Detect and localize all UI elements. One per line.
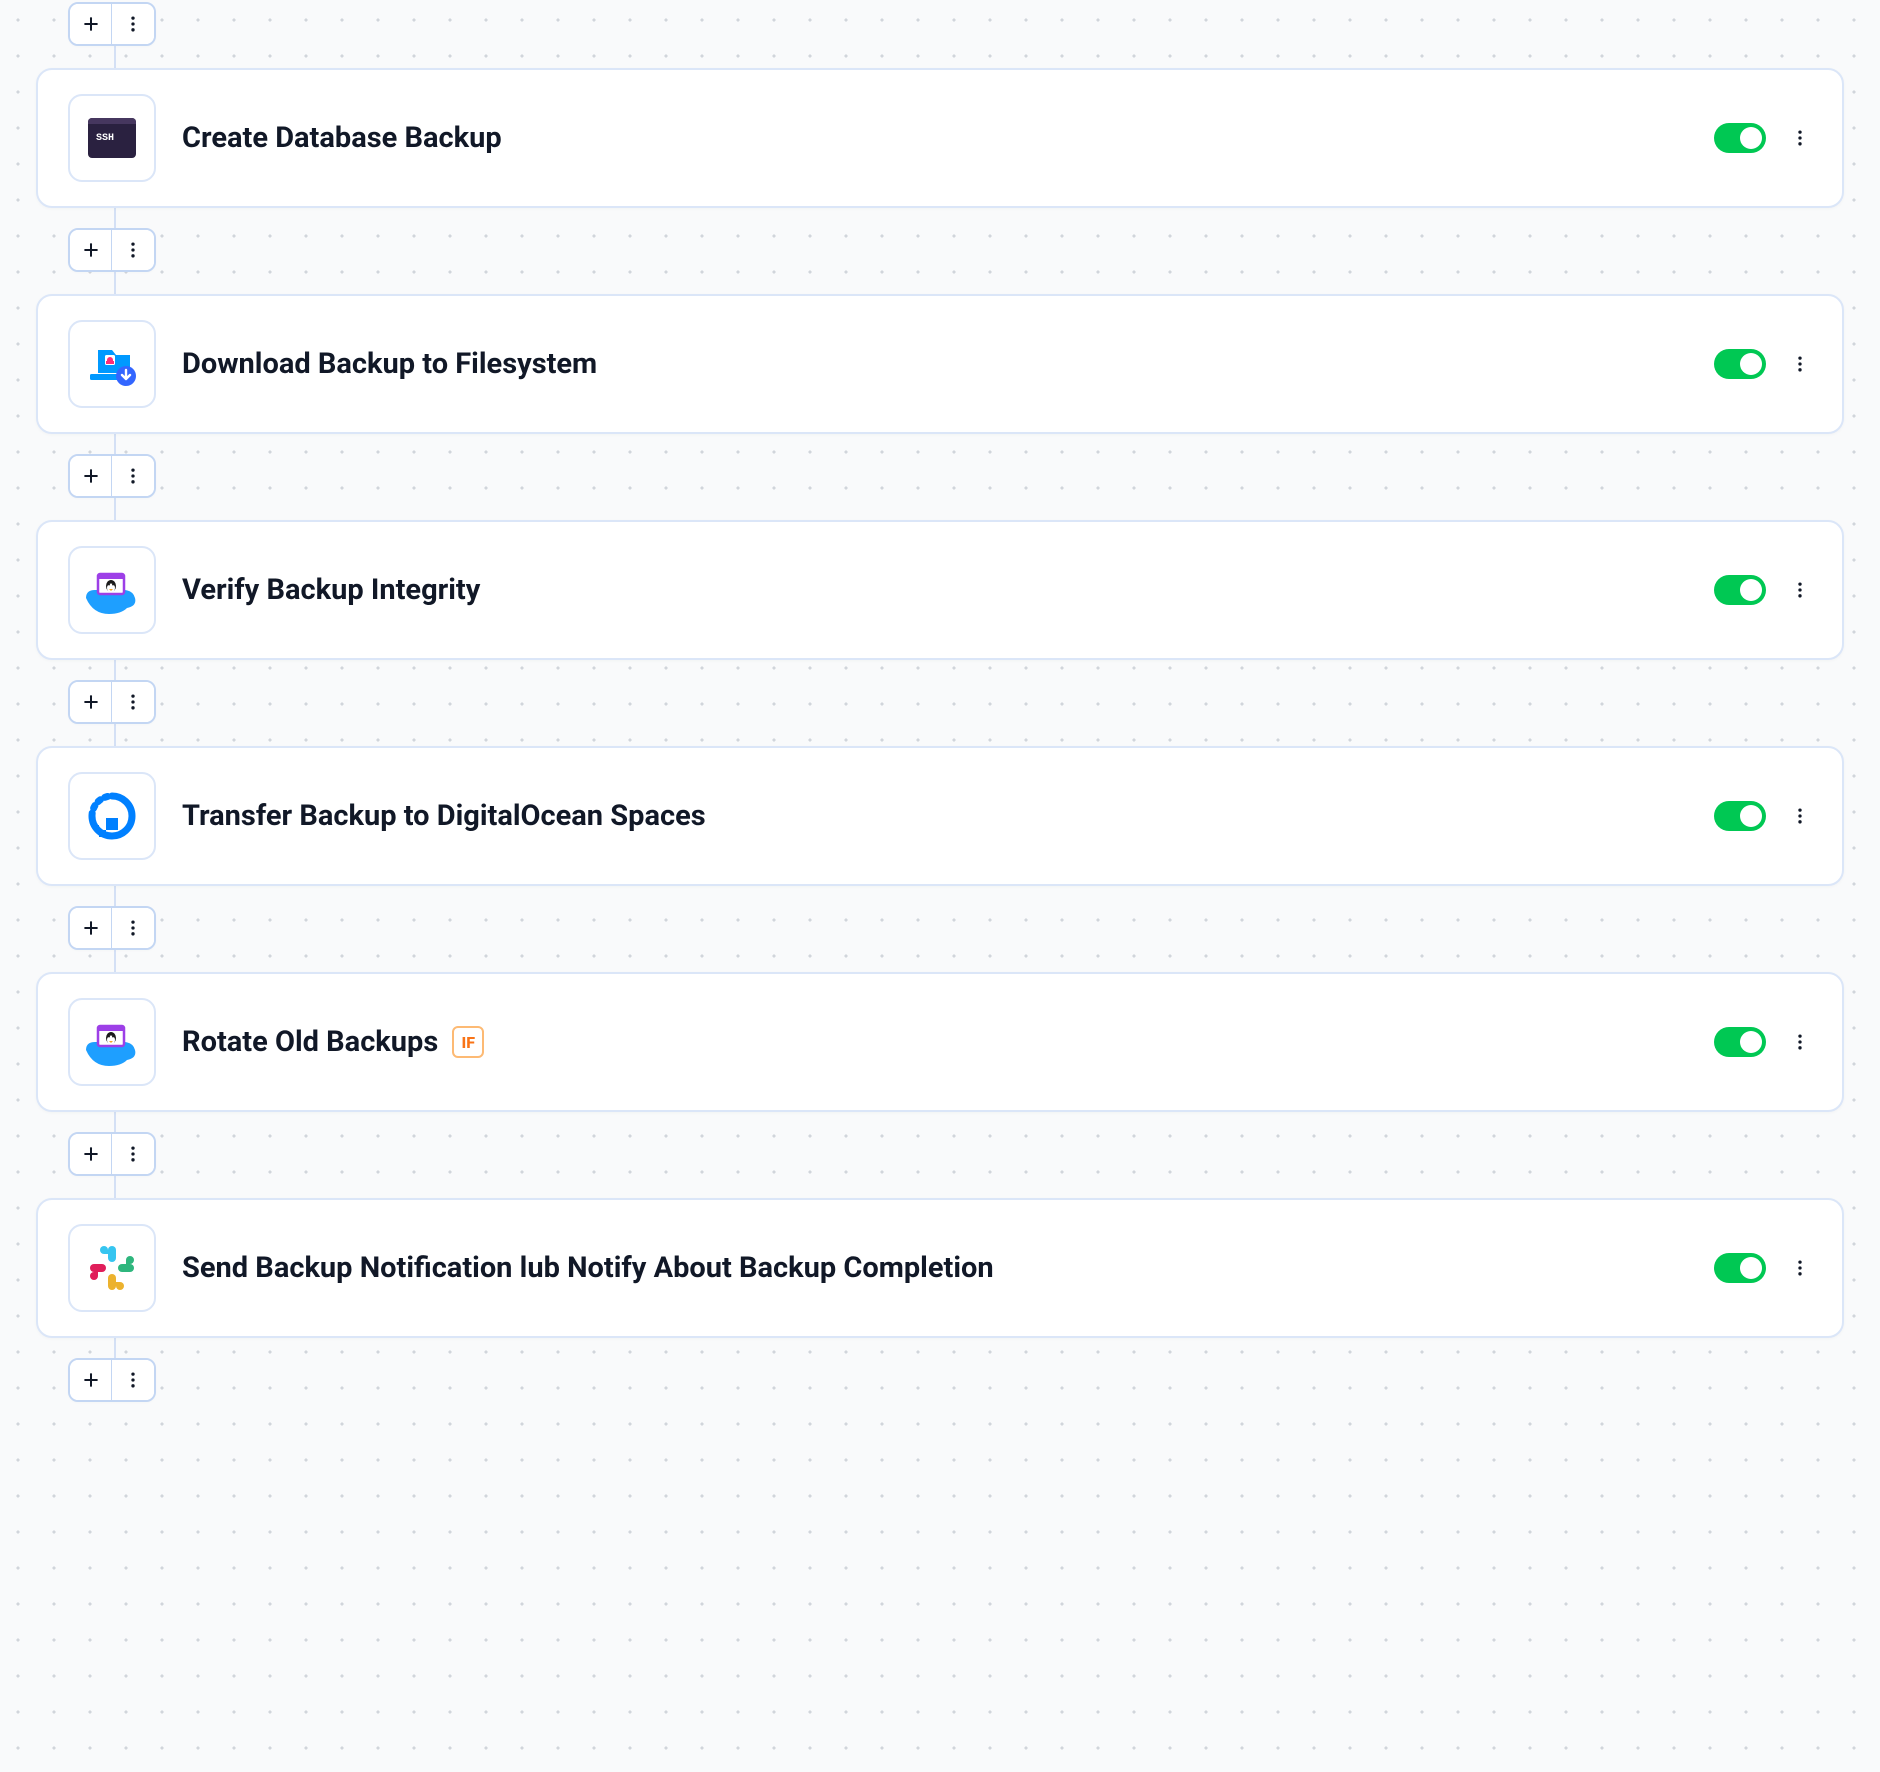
step-options-button[interactable] [1788,344,1812,384]
step-title-text: Send Backup Notification lub Notify Abou… [182,1251,994,1285]
step-title-text: Create Database Backup [182,121,502,155]
add-step-button[interactable] [70,230,112,270]
step-actions [1714,570,1812,610]
add-step-menu [68,1132,156,1176]
step-title: Rotate Old Backups IF [182,1025,1714,1059]
connector-options-button[interactable] [112,682,154,722]
add-step-menu [68,680,156,724]
connector-options-button[interactable] [112,4,154,44]
step-icon-container-linux [68,998,156,1086]
add-step-menu [68,906,156,950]
step-icon-slack [68,1224,156,1312]
connector-options-button[interactable] [112,456,154,496]
step-icon-download [68,320,156,408]
svg-text:SSH: SSH [96,133,114,144]
step-actions [1714,796,1812,836]
step-enabled-toggle[interactable] [1714,123,1766,153]
add-step-menu [68,2,156,46]
step-title: Download Backup to Filesystem [182,347,1714,381]
workflow-step[interactable]: Send Backup Notification lub Notify Abou… [36,1198,1844,1338]
step-options-button[interactable] [1788,796,1812,836]
add-step-connector [36,454,1844,498]
step-title: Transfer Backup to DigitalOcean Spaces [182,799,1714,833]
add-step-menu [68,228,156,272]
add-step-connector [36,1132,1844,1176]
step-enabled-toggle[interactable] [1714,575,1766,605]
step-title: Create Database Backup [182,121,1714,155]
workflow-step[interactable]: Rotate Old Backups IF [36,972,1844,1112]
step-title-text: Verify Backup Integrity [182,573,480,607]
add-step-connector [36,1358,1844,1402]
add-step-button[interactable] [70,456,112,496]
step-title: Verify Backup Integrity [182,573,1714,607]
add-step-button[interactable] [70,4,112,44]
step-title: Send Backup Notification lub Notify Abou… [182,1251,1714,1285]
connector-options-button[interactable] [112,230,154,270]
workflow-step[interactable]: SSH Create Database Backup [36,68,1844,208]
step-actions [1714,118,1812,158]
add-step-menu [68,1358,156,1402]
workflow-step[interactable]: Download Backup to Filesystem [36,294,1844,434]
condition-badge: IF [452,1026,484,1058]
step-options-button[interactable] [1788,1248,1812,1288]
step-actions [1714,344,1812,384]
add-step-button[interactable] [70,908,112,948]
step-enabled-toggle[interactable] [1714,1253,1766,1283]
step-icon-ssh: SSH [68,94,156,182]
step-actions [1714,1248,1812,1288]
workflow-step[interactable]: Transfer Backup to DigitalOcean Spaces [36,746,1844,886]
add-step-connector [36,2,1844,46]
step-actions [1714,1022,1812,1062]
step-options-button[interactable] [1788,1022,1812,1062]
step-icon-container-linux [68,546,156,634]
step-enabled-toggle[interactable] [1714,801,1766,831]
step-enabled-toggle[interactable] [1714,1027,1766,1057]
step-title-text: Download Backup to Filesystem [182,347,597,381]
step-title-text: Transfer Backup to DigitalOcean Spaces [182,799,706,833]
add-step-connector [36,680,1844,724]
connector-options-button[interactable] [112,908,154,948]
add-step-button[interactable] [70,1360,112,1400]
step-enabled-toggle[interactable] [1714,349,1766,379]
add-step-menu [68,454,156,498]
step-options-button[interactable] [1788,570,1812,610]
add-step-button[interactable] [70,1134,112,1174]
add-step-connector [36,906,1844,950]
add-step-button[interactable] [70,682,112,722]
workflow-step[interactable]: Verify Backup Integrity [36,520,1844,660]
step-title-text: Rotate Old Backups [182,1025,438,1059]
connector-options-button[interactable] [112,1360,154,1400]
step-options-button[interactable] [1788,118,1812,158]
add-step-connector [36,228,1844,272]
step-icon-digitalocean [68,772,156,860]
connector-options-button[interactable] [112,1134,154,1174]
